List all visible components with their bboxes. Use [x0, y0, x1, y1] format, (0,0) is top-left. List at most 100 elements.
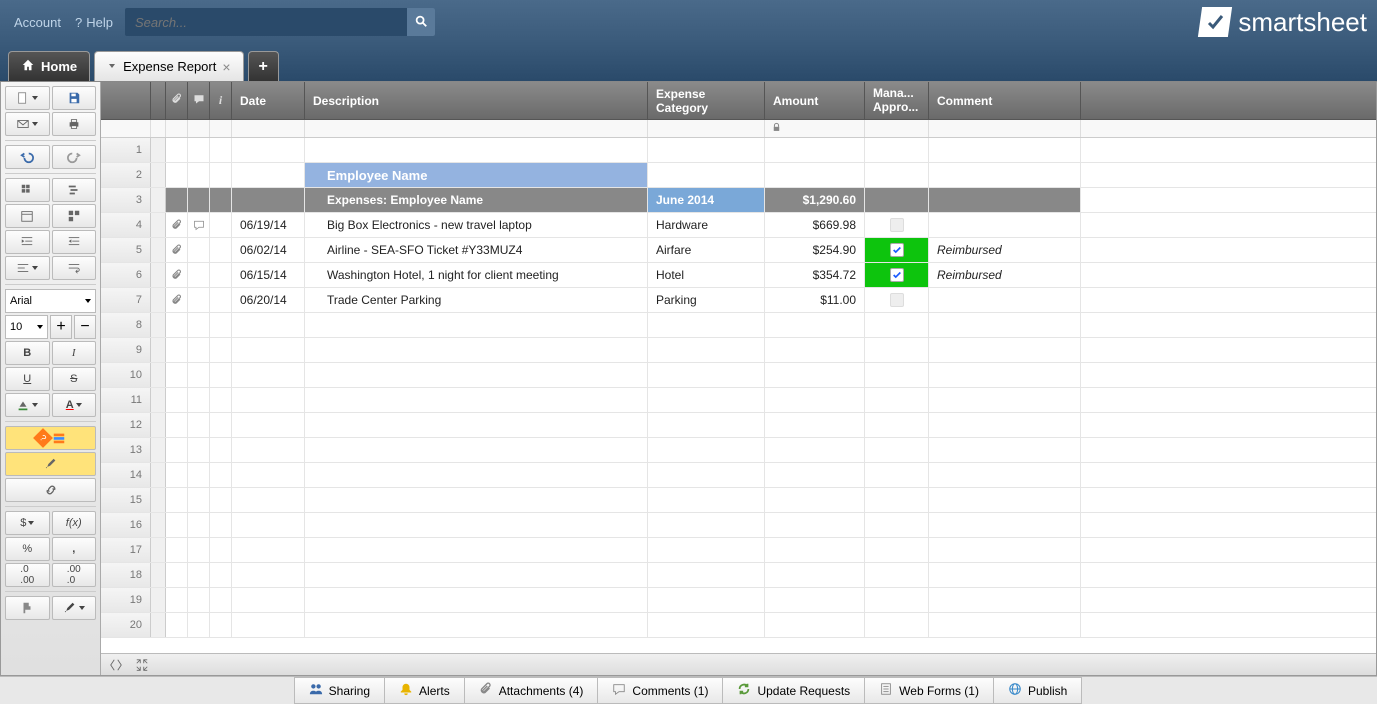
- approval-cell[interactable]: [865, 213, 929, 237]
- date-cell[interactable]: 06/20/14: [232, 288, 305, 312]
- wrap-button[interactable]: [52, 256, 97, 280]
- comment-cell[interactable]: Reimbursed: [929, 238, 1081, 262]
- col-category[interactable]: Expense Category: [648, 82, 765, 119]
- row-number[interactable]: 3: [101, 188, 151, 212]
- comments-tab[interactable]: Comments (1): [597, 677, 723, 704]
- add-tab-button[interactable]: +: [248, 51, 279, 81]
- row-number[interactable]: 5: [101, 238, 151, 262]
- sharing-tab[interactable]: Sharing: [294, 677, 385, 704]
- row-number[interactable]: 20: [101, 613, 151, 637]
- text-color-button[interactable]: A: [52, 393, 97, 417]
- alerts-tab[interactable]: Alerts: [384, 677, 465, 704]
- row-gutter[interactable]: [151, 363, 166, 387]
- description-cell[interactable]: Airline - SEA-SFO Ticket #Y33MUZ4: [305, 238, 648, 262]
- discussion-cell[interactable]: [188, 288, 210, 312]
- row-gutter[interactable]: [151, 163, 166, 187]
- comment-cell[interactable]: [929, 288, 1081, 312]
- highlight-button[interactable]: [5, 452, 96, 476]
- row-number[interactable]: 11: [101, 388, 151, 412]
- redo-button[interactable]: [52, 145, 97, 169]
- comment-cell[interactable]: Reimbursed: [929, 263, 1081, 287]
- discussion-cell[interactable]: [188, 213, 210, 237]
- row-number[interactable]: 2: [101, 163, 151, 187]
- comment-cell[interactable]: [929, 213, 1081, 237]
- row-number[interactable]: 15: [101, 488, 151, 512]
- approval-cell[interactable]: [865, 288, 929, 312]
- row-gutter[interactable]: [151, 263, 166, 287]
- attachment-cell[interactable]: [166, 238, 188, 262]
- category-cell[interactable]: Hardware: [648, 213, 765, 237]
- row-number[interactable]: 13: [101, 438, 151, 462]
- attachment-cell[interactable]: [166, 288, 188, 312]
- search-button[interactable]: [407, 8, 435, 36]
- home-tab[interactable]: Home: [8, 51, 90, 81]
- approval-cell[interactable]: [865, 238, 929, 262]
- row-gutter[interactable]: [151, 588, 166, 612]
- approval-cell[interactable]: [865, 263, 929, 287]
- description-cell[interactable]: Big Box Electronics - new travel laptop: [305, 213, 648, 237]
- col-date[interactable]: Date: [232, 82, 305, 119]
- attachment-cell[interactable]: [166, 263, 188, 287]
- search-input[interactable]: [125, 15, 407, 30]
- attachments-tab[interactable]: Attachments (4): [464, 677, 599, 704]
- row-gutter[interactable]: [151, 188, 166, 212]
- expand-button[interactable]: [133, 657, 151, 673]
- col-amount[interactable]: Amount: [765, 82, 865, 119]
- row-gutter[interactable]: [151, 538, 166, 562]
- row-number[interactable]: 18: [101, 563, 151, 587]
- row-number[interactable]: 14: [101, 463, 151, 487]
- outdent-button[interactable]: [52, 230, 97, 254]
- format-painter-button[interactable]: [5, 596, 50, 620]
- row-number[interactable]: 7: [101, 288, 151, 312]
- row-gutter[interactable]: [151, 138, 166, 162]
- function-button[interactable]: f(x): [52, 511, 97, 535]
- col-comment[interactable]: Comment: [929, 82, 1081, 119]
- row-gutter[interactable]: [151, 338, 166, 362]
- row-number[interactable]: 6: [101, 263, 151, 287]
- conditional-format-button[interactable]: ?: [5, 426, 96, 450]
- row-gutter[interactable]: [151, 488, 166, 512]
- card-view-button[interactable]: [52, 204, 97, 228]
- row-number[interactable]: 10: [101, 363, 151, 387]
- underline-button[interactable]: U: [5, 367, 50, 391]
- category-cell[interactable]: Airfare: [648, 238, 765, 262]
- row-gutter[interactable]: [151, 213, 166, 237]
- new-sheet-button[interactable]: [5, 86, 50, 110]
- row-gutter[interactable]: [151, 388, 166, 412]
- row-gutter[interactable]: [151, 288, 166, 312]
- save-button[interactable]: [52, 86, 97, 110]
- month-cell[interactable]: June 2014: [648, 188, 765, 212]
- email-button[interactable]: [5, 112, 50, 136]
- font-select[interactable]: Arial: [5, 289, 96, 313]
- help-link[interactable]: ? Help: [75, 15, 113, 30]
- col-description[interactable]: Description: [305, 82, 648, 119]
- row-gutter[interactable]: [151, 513, 166, 537]
- dropdown-icon[interactable]: [107, 59, 117, 74]
- indent-button[interactable]: [5, 230, 50, 254]
- strike-button[interactable]: S: [52, 367, 97, 391]
- col-rownum[interactable]: [101, 82, 151, 119]
- update-requests-tab[interactable]: Update Requests: [722, 677, 865, 704]
- grid-view-button[interactable]: [5, 178, 50, 202]
- row-gutter[interactable]: [151, 313, 166, 337]
- publish-tab[interactable]: Publish: [993, 677, 1082, 704]
- row-number[interactable]: 19: [101, 588, 151, 612]
- increase-decimal-button[interactable]: .00.0: [52, 563, 97, 587]
- fontsize-value[interactable]: 10: [5, 315, 48, 339]
- date-cell[interactable]: 06/02/14: [232, 238, 305, 262]
- row-number[interactable]: 12: [101, 413, 151, 437]
- attachment-cell[interactable]: [166, 213, 188, 237]
- amount-cell[interactable]: $669.98: [765, 213, 865, 237]
- align-button[interactable]: [5, 256, 50, 280]
- date-cell[interactable]: 06/15/14: [232, 263, 305, 287]
- currency-button[interactable]: $: [5, 511, 50, 535]
- row-number[interactable]: 16: [101, 513, 151, 537]
- expenses-header[interactable]: Expenses: Employee Name: [305, 188, 648, 212]
- webforms-tab[interactable]: Web Forms (1): [864, 677, 994, 704]
- col-info[interactable]: i: [210, 82, 232, 119]
- italic-button[interactable]: I: [52, 341, 97, 365]
- row-number[interactable]: 9: [101, 338, 151, 362]
- date-cell[interactable]: 06/19/14: [232, 213, 305, 237]
- row-gutter[interactable]: [151, 438, 166, 462]
- print-button[interactable]: [52, 112, 97, 136]
